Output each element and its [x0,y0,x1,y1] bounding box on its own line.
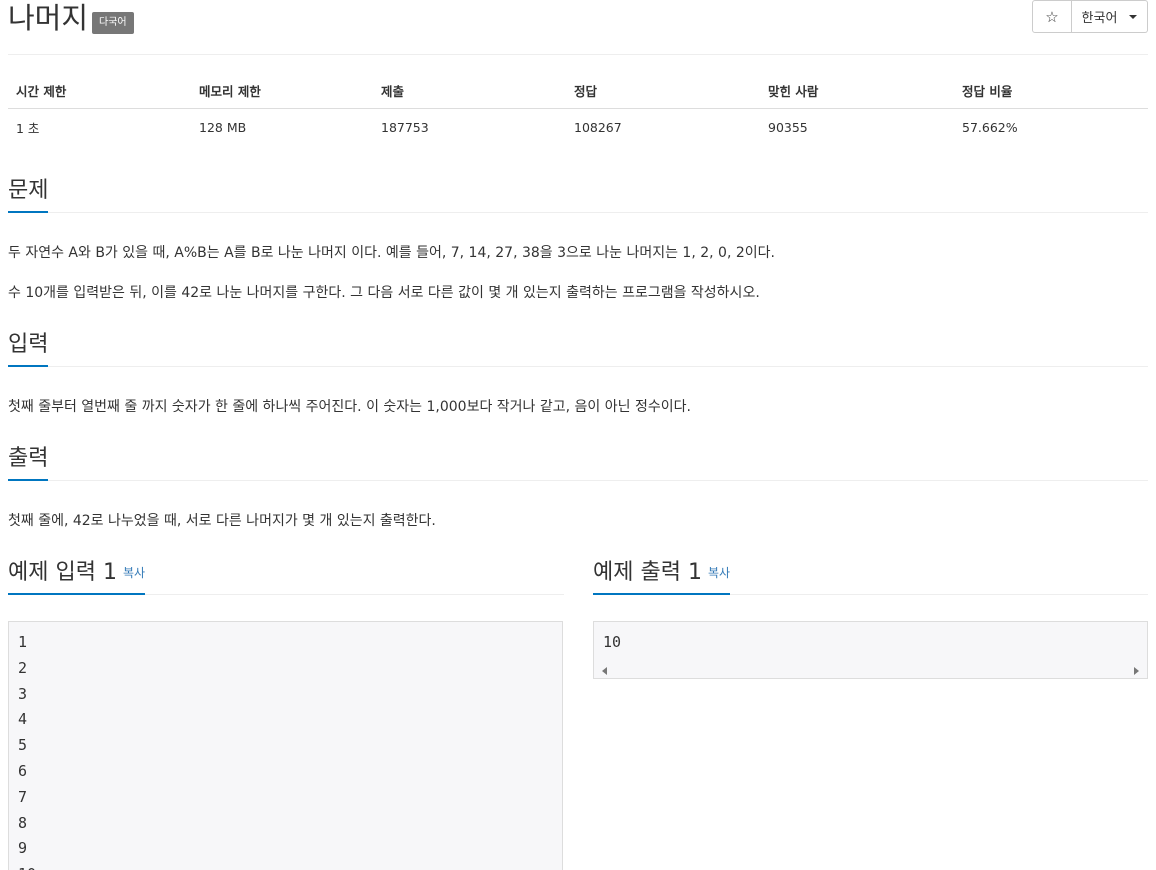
header-time-limit: 시간 제한 [8,72,191,109]
problem-description-heading: 문제 [8,176,49,213]
language-dropdown-label: 한국어 [1081,11,1118,26]
output-section: 출력 [8,444,1148,481]
toolbar-button-group: ☆ 한국어 [1032,0,1148,33]
output-description: 첫째 줄에, 42로 나누었을 때, 서로 다른 나머지가 몇 개 있는지 출력… [8,513,436,529]
problem-description-paragraph: 수 10개를 입력받은 뒤, 이를 42로 나눈 나머지를 구한다. 그 다음 … [8,285,760,301]
input-section: 입력 [8,330,1148,367]
sample-input-heading: 예제 입력 1 복사 [8,558,146,595]
sample-output-section: 예제 출력 1 복사 [593,558,1148,595]
table-row: 1 초 128 MB 187753 108267 90355 57.662% [8,109,1148,146]
star-button[interactable]: ☆ [1032,0,1072,33]
memory-limit-value: 128 MB [199,119,247,135]
accepted-value: 108267 [574,119,622,135]
header-submissions: 제출 [373,72,566,109]
scroll-right-arrow-icon[interactable] [1134,667,1139,675]
problem-info-table: 시간 제한 메모리 제한 제출 정답 맞힌 사람 정답 비율 1 초 128 M… [8,72,1148,145]
time-limit-value: 1 초 [16,120,40,136]
sample-output-headline: 예제 출력 1 복사 [593,558,1148,595]
output-heading: 출력 [8,444,49,481]
problem-description-section: 문제 [8,176,1148,213]
sample-output-heading: 예제 출력 1 복사 [593,558,731,595]
input-heading: 입력 [8,330,49,367]
title-bar: 나머지 다국어 ☆ 한국어 [8,0,1148,55]
header-accepted-ratio: 정답 비율 [954,72,1148,109]
horizontal-scrollbar[interactable] [593,663,1148,679]
sample-input-title: 예제 입력 1 [8,560,117,585]
star-icon: ☆ [1045,7,1059,26]
language-dropdown[interactable]: 한국어 [1072,0,1148,33]
output-headline: 출력 [8,444,1148,481]
header-memory-limit: 메모리 제한 [191,72,373,109]
sample-output-title: 예제 출력 1 [593,560,702,585]
solved-users-value: 90355 [768,119,808,135]
multilanguage-badge: 다국어 [92,12,134,34]
submissions-value: 187753 [381,119,429,135]
sample-input-copy-button[interactable]: 복사 [123,566,145,580]
table-header-row: 시간 제한 메모리 제한 제출 정답 맞힌 사람 정답 비율 [8,72,1148,109]
sample-input-box[interactable]: 1 2 3 4 5 6 7 8 9 10 [8,621,563,870]
header-solved-users: 맞힌 사람 [760,72,954,109]
sample-input-headline: 예제 입력 1 복사 [8,558,564,595]
input-headline: 입력 [8,330,1148,367]
problem-description-headline: 문제 [8,176,1148,213]
scroll-left-arrow-icon[interactable] [602,667,607,675]
header-accepted: 정답 [566,72,760,109]
sample-output-wrapper: 10 [593,621,1148,679]
accepted-ratio-value: 57.662% [962,119,1018,135]
caret-down-icon [1129,14,1138,19]
input-description: 첫째 줄부터 열번째 줄 까지 숫자가 한 줄에 하나씩 주어진다. 이 숫자는… [8,399,691,415]
page-title: 나머지 [8,1,89,35]
sample-output-copy-button[interactable]: 복사 [708,566,730,580]
sample-input-section: 예제 입력 1 복사 [8,558,564,595]
problem-page: 나머지 다국어 ☆ 한국어 시간 제한 메모리 제한 제출 정답 맞힌 사람 정… [0,0,1156,870]
problem-description-paragraph: 두 자연수 A와 B가 있을 때, A%B는 A를 B로 나눈 나머지 이다. … [8,245,775,261]
